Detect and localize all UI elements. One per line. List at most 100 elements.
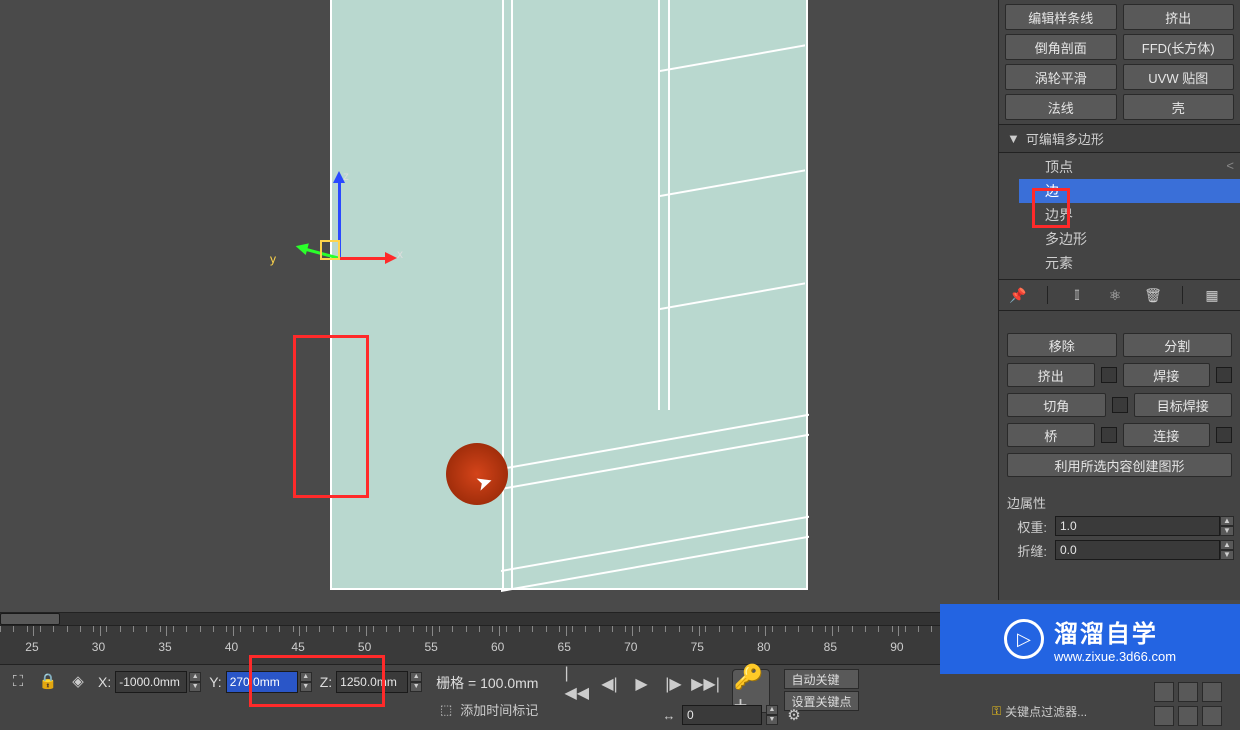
spinner-up[interactable]: ▲ bbox=[410, 672, 422, 682]
chamfer-button[interactable]: 切角 bbox=[1007, 393, 1106, 417]
ruler-tick: 50 bbox=[358, 640, 371, 654]
modifier-normal-button[interactable]: 法线 bbox=[1005, 94, 1117, 120]
chamfer-settings-button[interactable] bbox=[1112, 397, 1128, 413]
coordinate-display-icon[interactable]: ◈ bbox=[66, 669, 90, 693]
y-label: Y: bbox=[209, 674, 221, 690]
selection-lock-icon[interactable]: ⛶ bbox=[6, 669, 30, 693]
weight-label: 权重: bbox=[1007, 517, 1047, 536]
key-mode-toggle[interactable]: ↔ bbox=[660, 702, 678, 728]
connect-settings-button[interactable] bbox=[1216, 427, 1232, 443]
edge-props-header: 边属性 bbox=[1007, 493, 1232, 512]
time-config-icon[interactable]: ⚙ bbox=[782, 703, 806, 727]
ruler-tick: 30 bbox=[92, 640, 105, 654]
modifier-edit-spline-button[interactable]: 编辑样条线 bbox=[1005, 4, 1117, 30]
goto-end-button[interactable]: ▶▶| bbox=[692, 671, 718, 697]
modifier-uvw-map-button[interactable]: UVW 贴图 bbox=[1123, 64, 1235, 90]
play-button[interactable]: ▶ bbox=[628, 671, 654, 697]
subobj-polygon[interactable]: 多边形 bbox=[1019, 227, 1240, 251]
spinner-down[interactable]: ▼ bbox=[1220, 526, 1234, 536]
edit-edges-rollout: 移除 分割 挤出 焊接 切角 目标焊接 桥 连接 利用所选内容创建图形 bbox=[999, 311, 1240, 489]
weld-button[interactable]: 焊接 bbox=[1123, 363, 1211, 387]
create-shape-button[interactable]: 利用所选内容创建图形 bbox=[1007, 453, 1232, 477]
bridge-button[interactable]: 桥 bbox=[1007, 423, 1095, 447]
tag-icon[interactable]: ⬚ bbox=[440, 702, 452, 718]
spinner-down[interactable]: ▼ bbox=[189, 682, 201, 692]
current-frame-input[interactable] bbox=[682, 705, 762, 725]
subobj-vertex[interactable]: 顶点 bbox=[1019, 155, 1240, 179]
ruler-tick: 90 bbox=[890, 640, 903, 654]
key-filter-button[interactable]: 关键点过滤器... bbox=[1005, 703, 1087, 720]
spinner-up[interactable]: ▲ bbox=[1220, 540, 1234, 550]
spinner-up[interactable]: ▲ bbox=[1220, 516, 1234, 526]
weight-input[interactable] bbox=[1055, 516, 1220, 536]
zoom-icon[interactable] bbox=[1178, 682, 1198, 702]
split-button[interactable]: 分割 bbox=[1123, 333, 1233, 357]
time-slider-thumb[interactable] bbox=[0, 613, 60, 625]
maximize-icon[interactable] bbox=[1154, 706, 1174, 726]
pin-icon[interactable]: 📌 bbox=[1009, 286, 1027, 304]
ruler-tick: 60 bbox=[491, 640, 504, 654]
connect-button[interactable]: 连接 bbox=[1123, 423, 1211, 447]
ruler-tick: 35 bbox=[158, 640, 171, 654]
viewport-nav-icons bbox=[1154, 682, 1234, 726]
ruler-tick: 65 bbox=[558, 640, 571, 654]
crease-label: 折缝: bbox=[1007, 541, 1047, 560]
lock-icon[interactable]: 🔒 bbox=[36, 669, 60, 693]
extrude-button[interactable]: 挤出 bbox=[1007, 363, 1095, 387]
cabinet-divider-2 bbox=[658, 0, 660, 410]
bridge-settings-button[interactable] bbox=[1101, 427, 1117, 443]
stack-toolbar: 📌 𝕀 ⚛ 🗑 ▦ bbox=[999, 279, 1240, 311]
goto-start-button[interactable]: |◀◀ bbox=[564, 671, 590, 697]
add-time-tag-button[interactable]: 添加时间标记 bbox=[460, 700, 538, 719]
key-filter-icon[interactable]: ⚿ bbox=[992, 704, 1001, 719]
zoom-extents-icon[interactable] bbox=[1178, 706, 1198, 726]
scroll-hint-icon: < bbox=[1226, 158, 1234, 173]
modifier-bevel-profile-button[interactable]: 倒角剖面 bbox=[1005, 34, 1117, 60]
show-end-result-icon[interactable]: 𝕀 bbox=[1068, 286, 1086, 304]
x-label: X: bbox=[98, 674, 111, 690]
weld-settings-button[interactable] bbox=[1216, 367, 1232, 383]
next-frame-button[interactable]: |▶ bbox=[660, 671, 686, 697]
remove-modifier-icon[interactable]: 🗑 bbox=[1144, 286, 1162, 304]
modifier-turbosmooth-button[interactable]: 涡轮平滑 bbox=[1005, 64, 1117, 90]
spinner-down[interactable]: ▼ bbox=[766, 715, 778, 725]
watermark-logo-icon: ▷ bbox=[1004, 619, 1044, 659]
cabinet-divider-1 bbox=[502, 0, 504, 590]
ruler-tick: 40 bbox=[225, 640, 238, 654]
modifier-extrude-button[interactable]: 挤出 bbox=[1123, 4, 1235, 30]
ruler-tick: 45 bbox=[291, 640, 304, 654]
modifier-stack-header[interactable]: ▼ 可编辑多边形 bbox=[999, 124, 1240, 153]
time-slider-track[interactable] bbox=[0, 612, 998, 626]
viewport-3d[interactable]: x y z ➤ bbox=[0, 0, 998, 592]
ruler-tick: 55 bbox=[424, 640, 437, 654]
annotation-box-selection bbox=[293, 335, 369, 498]
spinner-up[interactable]: ▲ bbox=[766, 705, 778, 715]
playback-controls: |◀◀ ◀| ▶ |▶ ▶▶| bbox=[564, 671, 718, 697]
ruler-tick: 85 bbox=[824, 640, 837, 654]
subobj-element[interactable]: 元素 bbox=[1019, 251, 1240, 275]
remove-button[interactable]: 移除 bbox=[1007, 333, 1117, 357]
crease-input[interactable] bbox=[1055, 540, 1220, 560]
prev-frame-button[interactable]: ◀| bbox=[596, 671, 622, 697]
spinner-up[interactable]: ▲ bbox=[189, 672, 201, 682]
pan-icon[interactable] bbox=[1154, 682, 1174, 702]
orbit-icon[interactable] bbox=[1202, 682, 1222, 702]
ruler-tick: 80 bbox=[757, 640, 770, 654]
modifier-shell-button[interactable]: 壳 bbox=[1123, 94, 1235, 120]
spinner-down[interactable]: ▼ bbox=[1220, 550, 1234, 560]
cabinet-divider-1b bbox=[511, 0, 513, 590]
configure-icon[interactable]: ▦ bbox=[1203, 286, 1221, 304]
x-input[interactable] bbox=[115, 671, 187, 693]
ruler-tick: 75 bbox=[691, 640, 704, 654]
extrude-settings-button[interactable] bbox=[1101, 367, 1117, 383]
fov-icon[interactable] bbox=[1202, 706, 1222, 726]
watermark-title: 溜溜自学 bbox=[1054, 614, 1158, 649]
make-unique-icon[interactable]: ⚛ bbox=[1106, 286, 1124, 304]
watermark-url: www.zixue.3d66.com bbox=[1054, 649, 1176, 664]
auto-key-button[interactable]: 自动关键 bbox=[784, 669, 858, 689]
spinner-down[interactable]: ▼ bbox=[410, 682, 422, 692]
timeline-ruler[interactable]: 253035404550556065707580859095 bbox=[0, 626, 998, 664]
modifier-ffd-box-button[interactable]: FFD(长方体) bbox=[1123, 34, 1235, 60]
axis-y-label: y bbox=[270, 252, 276, 266]
target-weld-button[interactable]: 目标焊接 bbox=[1134, 393, 1233, 417]
